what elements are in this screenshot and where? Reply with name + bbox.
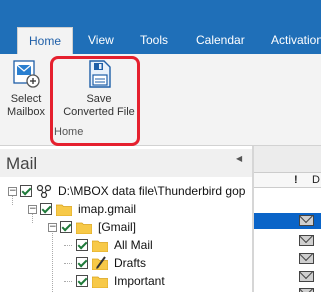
collapse-expander-icon[interactable]: − <box>28 204 37 214</box>
collapse-expander-icon[interactable]: − <box>8 186 17 196</box>
tree-checkbox[interactable] <box>76 257 88 269</box>
tree-label: [Gmail] <box>98 220 137 234</box>
tree-label: All Mail <box>114 238 153 252</box>
chevron-left-icon[interactable]: ◀ <box>236 154 242 163</box>
tree-checkbox[interactable] <box>76 275 88 287</box>
drafts-folder-icon <box>92 256 108 270</box>
message-list: ! D <box>254 146 321 292</box>
tab-home[interactable]: Home <box>17 27 74 54</box>
message-list-toolbar <box>254 146 321 172</box>
tree-node-root[interactable]: − D:\MBOX data file\Thunderbird gop <box>8 182 245 200</box>
tree-label: imap.gmail <box>78 202 137 216</box>
column-date[interactable]: D <box>312 174 320 186</box>
mailbox-icon <box>13 60 40 88</box>
envelope-icon <box>299 235 314 246</box>
folder-tree: − D:\MBOX data file\Thunderbird gop − im… <box>0 177 252 292</box>
message-list-header: ! D <box>254 172 321 188</box>
envelope-icon <box>299 253 314 264</box>
envelope-icon <box>299 215 314 226</box>
tree-label: D:\MBOX data file\Thunderbird gop <box>58 184 246 198</box>
tree-checkbox[interactable] <box>76 239 88 251</box>
tree-label: Important <box>114 274 165 288</box>
folder-icon <box>56 204 72 216</box>
tree-node-drafts[interactable]: Drafts <box>64 254 146 272</box>
tab-tools[interactable]: Tools <box>140 33 168 47</box>
select-mailbox-label: Select Mailbox <box>7 93 45 118</box>
folder-icon <box>92 276 108 288</box>
network-root-icon <box>36 184 52 198</box>
tree-label: Drafts <box>114 256 147 270</box>
collapse-expander-icon[interactable]: − <box>48 222 57 232</box>
envelope-icon <box>299 288 314 292</box>
ribbon-tab-bar: Home View Tools Calendar Activation <box>0 0 321 54</box>
column-importance[interactable]: ! <box>294 174 298 186</box>
mail-pane-title: Mail <box>6 154 38 173</box>
tab-view[interactable]: View <box>88 33 114 47</box>
tree-checkbox[interactable] <box>20 185 32 197</box>
envelope-icon <box>299 271 314 282</box>
tab-activation[interactable]: Activation <box>271 33 321 47</box>
tree-node-gmail[interactable]: − [Gmail] <box>48 218 136 236</box>
tab-calendar[interactable]: Calendar <box>196 33 245 47</box>
select-mailbox-button[interactable]: Select Mailbox <box>6 59 46 119</box>
highlight-box <box>50 56 140 146</box>
tree-node-all-mail[interactable]: All Mail <box>64 236 153 254</box>
tree-checkbox[interactable] <box>40 203 52 215</box>
mail-pane-header: Mail ◀ <box>0 149 252 177</box>
folder-icon <box>76 222 92 234</box>
tree-node-important[interactable]: Important <box>64 272 165 290</box>
tree-node-imap-gmail[interactable]: − imap.gmail <box>28 200 136 218</box>
folder-icon <box>92 240 108 252</box>
tree-checkbox[interactable] <box>60 221 72 233</box>
ribbon-home-panel: Select Mailbox Save Converted File Home <box>0 54 321 146</box>
